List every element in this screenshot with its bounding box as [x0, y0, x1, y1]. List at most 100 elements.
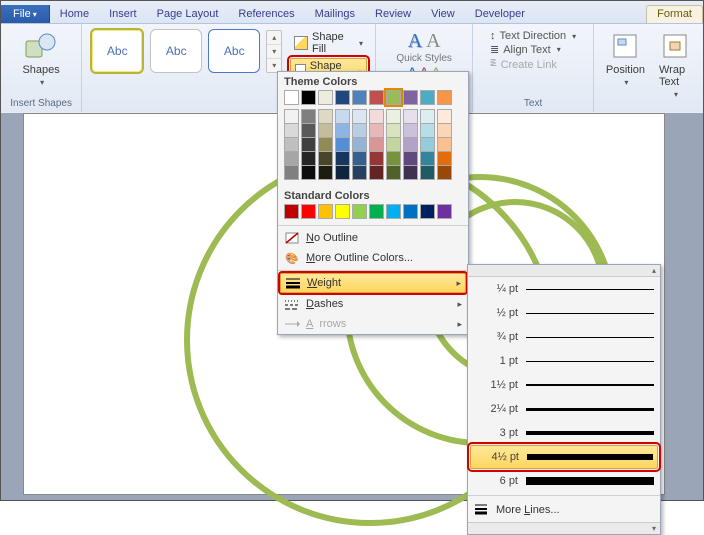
gallery-scroll[interactable]: ▴▾▾ [266, 30, 282, 73]
theme-shade-swatch[interactable] [437, 124, 452, 138]
tab-format[interactable]: Format [646, 5, 703, 23]
theme-shade-swatch[interactable] [284, 152, 299, 166]
style-gallery[interactable]: Abc Abc Abc ▴▾▾ [90, 28, 282, 74]
theme-shade-swatch[interactable] [369, 124, 384, 138]
position-button[interactable]: Position▾ [602, 28, 649, 101]
standard-color-swatch[interactable] [284, 204, 299, 219]
theme-shade-swatch[interactable] [284, 109, 299, 124]
theme-shade-swatch[interactable] [318, 124, 333, 138]
theme-shade-swatch[interactable] [369, 166, 384, 180]
more-colors-item[interactable]: 🎨 More Outline Colors... [278, 248, 468, 268]
theme-shade-swatch[interactable] [403, 124, 418, 138]
theme-shade-swatch[interactable] [318, 138, 333, 152]
theme-shade-swatch[interactable] [352, 138, 367, 152]
theme-shade-swatch[interactable] [335, 109, 350, 124]
standard-color-swatch[interactable] [369, 204, 384, 219]
theme-shade-swatch[interactable] [420, 166, 435, 180]
align-text-button[interactable]: ≣Align Text▾ [490, 43, 576, 56]
theme-color-swatch[interactable] [437, 90, 452, 105]
standard-color-swatch[interactable] [318, 204, 333, 219]
tab-file[interactable]: File▾ [1, 5, 50, 23]
theme-shade-swatch[interactable] [437, 166, 452, 180]
theme-color-swatch[interactable] [284, 90, 299, 105]
theme-shade-swatch[interactable] [335, 152, 350, 166]
standard-color-swatch[interactable] [386, 204, 401, 219]
theme-shade-swatch[interactable] [437, 109, 452, 124]
standard-color-swatch[interactable] [335, 204, 350, 219]
theme-shade-swatch[interactable] [386, 109, 401, 124]
tab-mailings[interactable]: Mailings [305, 5, 365, 23]
theme-shade-swatch[interactable] [284, 124, 299, 138]
theme-color-swatch[interactable] [403, 90, 418, 105]
scroll-down[interactable]: ▾ [468, 522, 660, 534]
theme-shade-swatch[interactable] [318, 166, 333, 180]
standard-color-swatch[interactable] [420, 204, 435, 219]
theme-shade-swatch[interactable] [352, 152, 367, 166]
theme-shade-swatch[interactable] [420, 138, 435, 152]
wrap-text-button[interactable]: Wrap Text▾ [655, 28, 695, 101]
theme-shade-swatch[interactable] [301, 124, 316, 138]
standard-color-swatch[interactable] [437, 204, 452, 219]
shape-fill-button[interactable]: Shape Fill▾ [290, 30, 367, 56]
theme-shade-swatch[interactable] [403, 109, 418, 124]
theme-color-swatch[interactable] [318, 90, 333, 105]
theme-shade-swatch[interactable] [301, 166, 316, 180]
theme-shade-swatch[interactable] [301, 109, 316, 124]
tab-insert[interactable]: Insert [99, 5, 147, 23]
theme-color-swatch[interactable] [420, 90, 435, 105]
weight-option[interactable]: ¾ pt [468, 325, 660, 349]
tab-page-layout[interactable]: Page Layout [147, 5, 229, 23]
standard-color-swatch[interactable] [352, 204, 367, 219]
theme-shade-swatch[interactable] [318, 152, 333, 166]
theme-shade-swatch[interactable] [284, 138, 299, 152]
theme-shade-swatch[interactable] [369, 152, 384, 166]
tab-view[interactable]: View [421, 5, 465, 23]
theme-shade-swatch[interactable] [301, 138, 316, 152]
more-lines-item[interactable]: More Lines... [468, 498, 660, 522]
theme-color-swatch[interactable] [335, 90, 350, 105]
tab-review[interactable]: Review [365, 5, 421, 23]
weight-option[interactable]: 6 pt [468, 469, 660, 493]
dashes-item[interactable]: Dashes ▸ [278, 294, 468, 314]
theme-shade-swatch[interactable] [335, 138, 350, 152]
style-preset-2[interactable]: Abc [150, 29, 202, 73]
theme-shade-swatch[interactable] [369, 109, 384, 124]
theme-shade-swatch[interactable] [284, 166, 299, 180]
text-direction-button[interactable]: ↕Text Direction▾ [490, 30, 576, 42]
theme-shade-swatch[interactable] [369, 138, 384, 152]
style-preset-3[interactable]: Abc [208, 29, 260, 73]
weight-option[interactable]: 1½ pt [468, 373, 660, 397]
theme-shade-swatch[interactable] [386, 138, 401, 152]
theme-shade-swatch[interactable] [386, 166, 401, 180]
weight-option[interactable]: ½ pt [468, 301, 660, 325]
theme-shade-swatch[interactable] [352, 109, 367, 124]
theme-color-swatch[interactable] [386, 90, 401, 105]
theme-shade-swatch[interactable] [386, 124, 401, 138]
standard-color-swatch[interactable] [403, 204, 418, 219]
shapes-button[interactable]: Shapes ▾ [18, 28, 63, 89]
theme-shade-swatch[interactable] [386, 152, 401, 166]
theme-shade-swatch[interactable] [403, 138, 418, 152]
theme-shade-swatch[interactable] [403, 152, 418, 166]
theme-color-swatch[interactable] [301, 90, 316, 105]
theme-shade-swatch[interactable] [420, 124, 435, 138]
theme-shade-swatch[interactable] [335, 124, 350, 138]
theme-shade-swatch[interactable] [437, 152, 452, 166]
no-outline-item[interactable]: No Outline [278, 228, 468, 248]
weight-option[interactable]: 4½ pt [470, 445, 658, 469]
theme-shade-swatch[interactable] [403, 166, 418, 180]
standard-color-swatch[interactable] [301, 204, 316, 219]
weight-option[interactable]: 1 pt [468, 349, 660, 373]
theme-shade-swatch[interactable] [301, 152, 316, 166]
wordart-small-icon[interactable]: A [426, 30, 440, 53]
theme-shade-swatch[interactable] [335, 166, 350, 180]
tab-references[interactable]: References [228, 5, 304, 23]
tab-home[interactable]: Home [50, 5, 99, 23]
theme-color-swatch[interactable] [369, 90, 384, 105]
scroll-up[interactable]: ▴ [468, 265, 660, 277]
weight-option[interactable]: ¼ pt [468, 277, 660, 301]
weight-option[interactable]: 3 pt [468, 421, 660, 445]
theme-shade-swatch[interactable] [318, 109, 333, 124]
theme-shade-swatch[interactable] [420, 109, 435, 124]
weight-option[interactable]: 2¼ pt [468, 397, 660, 421]
